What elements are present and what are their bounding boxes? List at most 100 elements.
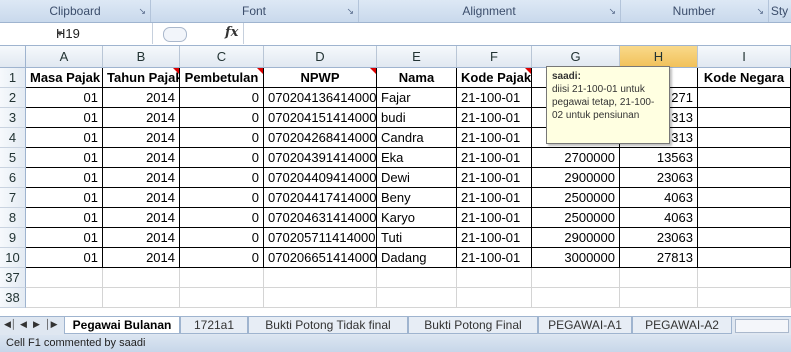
- table-cell[interactable]: 21-100-01: [457, 168, 532, 188]
- row-header[interactable]: 10: [0, 248, 26, 268]
- dialog-launcher-icon[interactable]: ↘: [756, 6, 764, 17]
- table-cell[interactable]: 01: [26, 228, 103, 248]
- table-cell[interactable]: 2014: [103, 128, 180, 148]
- table-cell[interactable]: [377, 268, 457, 288]
- table-cell[interactable]: 21-100-01: [457, 248, 532, 268]
- table-cell[interactable]: 27813: [620, 248, 698, 268]
- table-cell[interactable]: [698, 108, 791, 128]
- table-cell[interactable]: 0: [180, 228, 264, 248]
- table-cell[interactable]: 01: [26, 188, 103, 208]
- header-cell[interactable]: NPWP: [264, 68, 377, 88]
- row-header[interactable]: 9: [0, 228, 26, 248]
- table-cell[interactable]: 070204151414000: [264, 108, 377, 128]
- header-cell[interactable]: Tahun Pajak: [103, 68, 180, 88]
- table-cell[interactable]: 070204409414000: [264, 168, 377, 188]
- table-cell[interactable]: 23063: [620, 228, 698, 248]
- table-cell[interactable]: 2900000: [532, 228, 620, 248]
- table-cell[interactable]: [264, 268, 377, 288]
- table-cell[interactable]: 01: [26, 128, 103, 148]
- table-cell[interactable]: 21-100-01: [457, 188, 532, 208]
- name-box[interactable]: H19 ▼: [0, 23, 153, 44]
- sheet-tab-1721a1[interactable]: 1721a1: [180, 317, 248, 334]
- table-cell[interactable]: 070204136414000: [264, 88, 377, 108]
- table-cell[interactable]: [698, 128, 791, 148]
- table-cell[interactable]: 4063: [620, 208, 698, 228]
- table-cell[interactable]: 070204268414000: [264, 128, 377, 148]
- dialog-launcher-icon[interactable]: ↘: [346, 6, 354, 17]
- row-header[interactable]: 6: [0, 168, 26, 188]
- table-cell[interactable]: [103, 288, 180, 308]
- column-header-h[interactable]: H: [620, 46, 698, 68]
- table-cell[interactable]: 21-100-01: [457, 108, 532, 128]
- table-cell[interactable]: 0: [180, 128, 264, 148]
- header-cell[interactable]: Nama: [377, 68, 457, 88]
- table-cell[interactable]: [698, 148, 791, 168]
- first-sheet-icon[interactable]: ◀│: [4, 319, 17, 330]
- sheet-tab-bukti-potong-tidak-final[interactable]: Bukti Potong Tidak final: [248, 317, 408, 334]
- table-cell[interactable]: 070205711414000: [264, 228, 377, 248]
- table-cell[interactable]: 0: [180, 248, 264, 268]
- table-cell[interactable]: Fajar: [377, 88, 457, 108]
- table-cell[interactable]: 2700000: [532, 148, 620, 168]
- table-cell[interactable]: [620, 288, 698, 308]
- table-cell[interactable]: 2900000: [532, 168, 620, 188]
- table-cell[interactable]: [26, 288, 103, 308]
- table-cell[interactable]: [180, 268, 264, 288]
- table-cell[interactable]: 0: [180, 208, 264, 228]
- table-cell[interactable]: 21-100-01: [457, 228, 532, 248]
- table-cell[interactable]: 2500000: [532, 208, 620, 228]
- select-all-corner[interactable]: [0, 46, 26, 68]
- horizontal-scrollbar[interactable]: [735, 319, 789, 333]
- table-cell[interactable]: budi: [377, 108, 457, 128]
- table-cell[interactable]: 21-100-01: [457, 128, 532, 148]
- row-header[interactable]: 2: [0, 88, 26, 108]
- header-cell[interactable]: Pembetulan: [180, 68, 264, 88]
- header-cell[interactable]: Kode Negara: [698, 68, 791, 88]
- sheet-tab-pegawai-a1[interactable]: PEGAWAI-A1: [538, 317, 632, 334]
- sheet-tab-pegawai-bulanan[interactable]: Pegawai Bulanan: [64, 317, 180, 334]
- column-header-g[interactable]: G: [532, 46, 620, 68]
- table-cell[interactable]: [457, 268, 532, 288]
- table-cell[interactable]: [698, 268, 791, 288]
- table-cell[interactable]: 2014: [103, 228, 180, 248]
- table-cell[interactable]: 070204631414000: [264, 208, 377, 228]
- table-cell[interactable]: Beny: [377, 188, 457, 208]
- table-cell[interactable]: 4063: [620, 188, 698, 208]
- table-cell[interactable]: 070204391414000: [264, 148, 377, 168]
- column-header-e[interactable]: E: [377, 46, 457, 68]
- table-cell[interactable]: Tuti: [377, 228, 457, 248]
- row-header[interactable]: 1: [0, 68, 26, 88]
- prev-sheet-icon[interactable]: ◀: [20, 319, 27, 330]
- table-cell[interactable]: 0: [180, 148, 264, 168]
- row-header[interactable]: 8: [0, 208, 26, 228]
- last-sheet-icon[interactable]: │▶: [45, 319, 58, 330]
- table-cell[interactable]: [264, 288, 377, 308]
- table-cell[interactable]: 01: [26, 248, 103, 268]
- table-cell[interactable]: 2014: [103, 88, 180, 108]
- table-cell[interactable]: 13563: [620, 148, 698, 168]
- column-header-i[interactable]: I: [698, 46, 791, 68]
- dialog-launcher-icon[interactable]: ↘: [138, 6, 146, 17]
- row-header[interactable]: 3: [0, 108, 26, 128]
- table-cell[interactable]: 070206651414000: [264, 248, 377, 268]
- table-cell[interactable]: [698, 208, 791, 228]
- sheet-tab-pegawai-a2[interactable]: PEGAWAI-A2: [632, 317, 732, 334]
- next-sheet-icon[interactable]: ▶: [33, 319, 40, 330]
- table-cell[interactable]: 2014: [103, 108, 180, 128]
- table-cell[interactable]: 2500000: [532, 188, 620, 208]
- column-header-f[interactable]: F: [457, 46, 532, 68]
- table-cell[interactable]: 21-100-01: [457, 88, 532, 108]
- table-cell[interactable]: [698, 288, 791, 308]
- row-header[interactable]: 37: [0, 268, 26, 288]
- table-cell[interactable]: [180, 288, 264, 308]
- function-icon[interactable]: fx: [225, 25, 238, 40]
- table-cell[interactable]: 3000000: [532, 248, 620, 268]
- dialog-launcher-icon[interactable]: ↘: [608, 6, 616, 17]
- row-header[interactable]: 38: [0, 288, 26, 308]
- table-cell[interactable]: Dewi: [377, 168, 457, 188]
- column-header-c[interactable]: C: [180, 46, 264, 68]
- table-cell[interactable]: [532, 288, 620, 308]
- table-cell[interactable]: [26, 268, 103, 288]
- table-cell[interactable]: Candra: [377, 128, 457, 148]
- row-header[interactable]: 7: [0, 188, 26, 208]
